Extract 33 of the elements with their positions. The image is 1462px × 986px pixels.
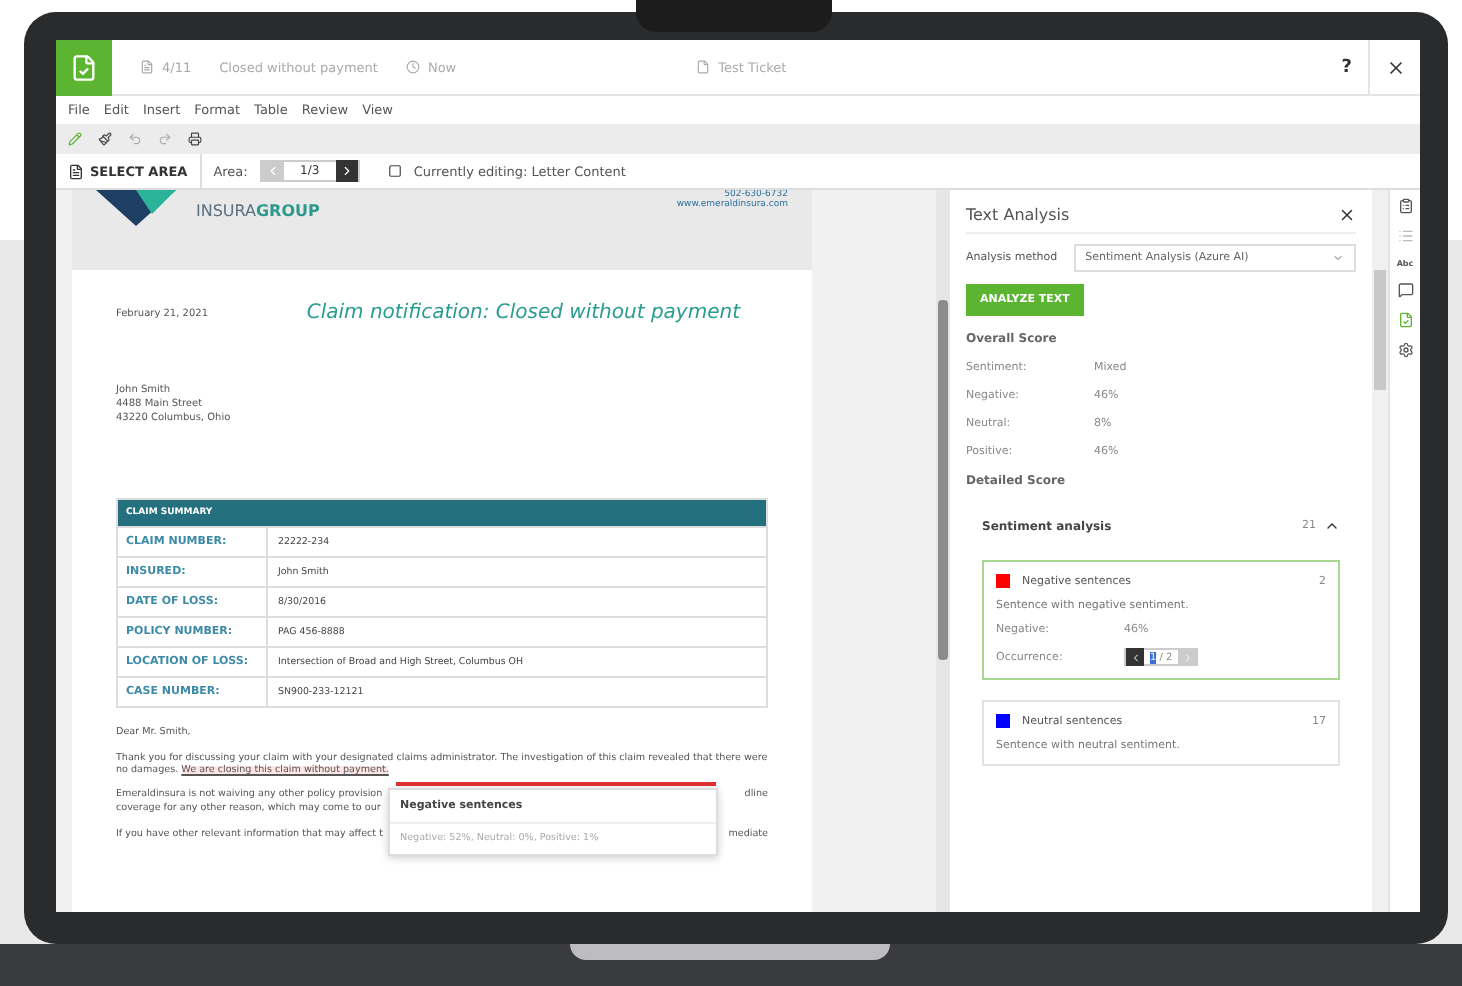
undo-icon[interactable] <box>128 132 142 146</box>
help-button[interactable]: ? <box>1325 57 1368 77</box>
chevron-left-icon <box>1129 651 1141 663</box>
brush-icon[interactable] <box>98 132 112 146</box>
next-button[interactable] <box>335 160 358 182</box>
list-icon[interactable] <box>1397 228 1413 244</box>
pencil-icon[interactable] <box>68 132 82 146</box>
scrollbar[interactable] <box>936 190 950 912</box>
logo-icon <box>96 190 176 230</box>
document-icon <box>68 163 84 179</box>
comment-icon[interactable] <box>1397 282 1413 298</box>
panel-title: Text Analysis <box>966 206 1070 224</box>
redo-icon[interactable] <box>158 132 172 146</box>
brand-name: INSURAGROUP <box>196 202 320 220</box>
clock-icon <box>405 60 420 74</box>
close-icon <box>1338 206 1356 224</box>
panel-scrollbar[interactable] <box>1372 190 1388 912</box>
chevron-right-icon <box>1181 651 1194 663</box>
caret-icon <box>1332 252 1344 264</box>
document-icon <box>140 60 154 74</box>
close-icon <box>1385 57 1405 77</box>
file-icon <box>696 60 711 74</box>
chevron-right-icon <box>339 164 354 178</box>
frame-icon <box>387 164 402 178</box>
letter-heading: Claim notification: Closed without payment <box>306 302 740 324</box>
chevron-up-icon <box>1324 518 1340 534</box>
clipboard-icon[interactable] <box>1397 198 1413 214</box>
close-panel-button[interactable] <box>1338 206 1356 224</box>
print-icon[interactable] <box>188 132 202 146</box>
chevron-left-icon <box>265 164 280 178</box>
settings-icon[interactable] <box>1397 342 1413 358</box>
document-check-icon[interactable] <box>1397 312 1413 328</box>
previous-button[interactable] <box>1126 648 1144 666</box>
